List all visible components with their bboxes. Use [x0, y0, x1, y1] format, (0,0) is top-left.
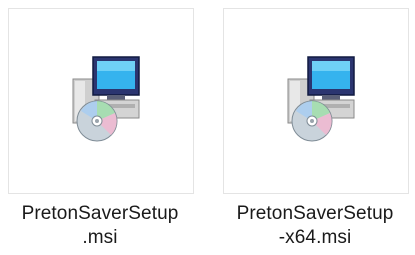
file-name-line-2: .msi	[82, 227, 118, 248]
file-explorer-view: PretonSaverSetup .msi PretonSaverSetup -…	[0, 0, 415, 255]
file-name-line-1: PretonSaverSetup	[236, 203, 394, 224]
file-item-pretonsaversetup-msi[interactable]: PretonSaverSetup .msi	[0, 0, 200, 255]
msi-installer-icon	[72, 56, 140, 142]
file-name-line-1: PretonSaverSetup	[21, 203, 179, 224]
file-thumbnail[interactable]	[8, 8, 194, 194]
file-name-line-2: -x64.msi	[278, 227, 352, 248]
file-name-label[interactable]: PretonSaverSetup -x64.msi	[215, 202, 415, 250]
file-name-label[interactable]: PretonSaverSetup .msi	[0, 202, 200, 250]
file-thumbnail[interactable]	[223, 8, 409, 194]
file-item-pretonsaversetup-x64-msi[interactable]: PretonSaverSetup -x64.msi	[215, 0, 415, 255]
msi-installer-icon	[287, 56, 355, 142]
